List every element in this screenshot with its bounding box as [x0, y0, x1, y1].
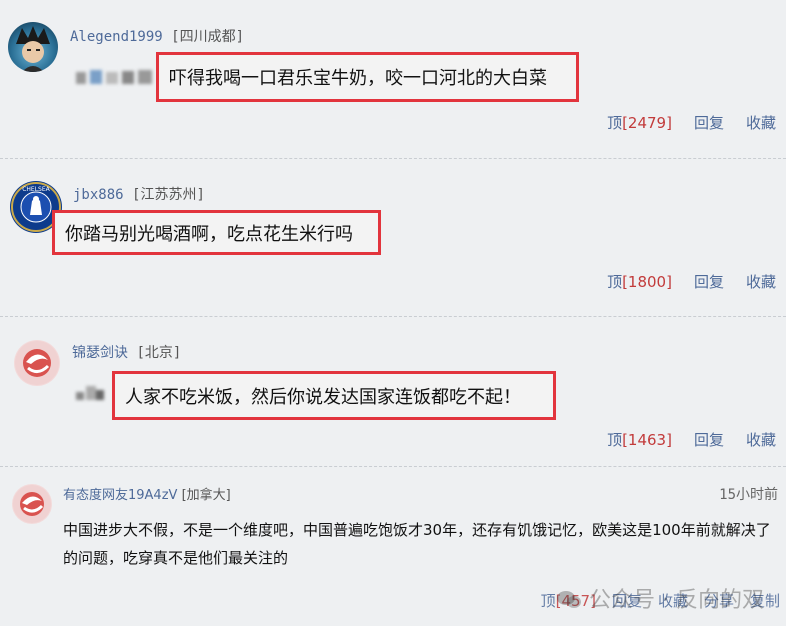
reply-button[interactable]: 回复 [694, 271, 724, 292]
username-text[interactable]: 有态度网友19A4zV [63, 488, 177, 503]
username-text[interactable]: Alegend1999 [70, 29, 163, 45]
user-location: [北京] [136, 345, 182, 361]
default-avatar-icon [15, 341, 59, 385]
user-location: [江苏苏州] [132, 187, 205, 203]
comment-username[interactable]: 有态度网友19A4zV [加拿大] [63, 484, 231, 503]
upvote-label[interactable]: 顶 [607, 431, 622, 449]
watermark-text: 公众号 · 反向的双 [589, 588, 764, 613]
reply-button[interactable]: 回复 [694, 112, 724, 133]
upvote-button[interactable]: 顶[1463] [607, 429, 672, 450]
avatar-face-icon [16, 26, 50, 72]
blurred-text-block [76, 386, 104, 400]
user-location: [四川成都] [171, 29, 245, 45]
username-text[interactable]: 锦瑟剑诀 [72, 345, 128, 361]
blurred-text-block [76, 70, 152, 84]
comment-actions: 顶[2479] 回复 收藏 [607, 112, 776, 133]
comment-text: 中国进步大不假，不是一个维度吧，中国普遍吃饱饭才30年，还存有饥饿记忆，欧美这是… [63, 521, 771, 567]
username-text[interactable]: jbx886 [73, 187, 124, 203]
favorite-button[interactable]: 收藏 [746, 271, 776, 292]
watermark: 公众号 · 反向的双 [556, 582, 764, 614]
highlighted-comment-text: 吓得我喝一口君乐宝牛奶，咬一口河北的大白菜 [156, 52, 579, 102]
user-avatar[interactable] [8, 22, 58, 72]
comment-actions: 顶[1800] 回复 收藏 [607, 271, 776, 292]
default-avatar-icon [13, 485, 51, 523]
user-avatar[interactable] [12, 484, 52, 524]
highlighted-comment-text: 人家不吃米饭，然后你说发达国家连饭都吃不起！ [112, 371, 556, 420]
upvote-count[interactable]: [1800] [622, 273, 672, 291]
upvote-button[interactable]: 顶[2479] [607, 112, 672, 133]
favorite-button[interactable]: 收藏 [746, 429, 776, 450]
comment-text: 吓得我喝一口君乐宝牛奶，咬一口河北的大白菜 [169, 68, 547, 89]
highlighted-comment-text: 你踏马别光喝酒啊，吃点花生米行吗 [52, 210, 381, 255]
favorite-button[interactable]: 收藏 [746, 112, 776, 133]
comment-username[interactable]: Alegend1999 [四川成都] [70, 26, 244, 46]
wechat-icon [556, 588, 589, 613]
comment-divider [0, 466, 786, 467]
upvote-label[interactable]: 顶 [607, 114, 622, 132]
blurred-mention [76, 382, 108, 408]
user-avatar[interactable] [14, 340, 60, 386]
blurred-mention [76, 67, 156, 91]
upvote-button[interactable]: 顶[1800] [607, 271, 672, 292]
avatar-badge-text: CHELSEA [22, 186, 50, 193]
comment-divider [0, 158, 786, 159]
comment-username[interactable]: jbx886 [江苏苏州] [73, 184, 205, 204]
upvote-label[interactable]: 顶 [607, 273, 622, 291]
upvote-count[interactable]: [2479] [622, 114, 672, 132]
upvote-label[interactable]: 顶 [541, 592, 556, 610]
reply-button[interactable]: 回复 [694, 429, 724, 450]
user-location: [加拿大] [181, 488, 231, 503]
comment-text: 你踏马别光喝酒啊，吃点花生米行吗 [65, 223, 353, 245]
comment-actions: 顶[1463] 回复 收藏 [607, 429, 776, 450]
upvote-count[interactable]: [1463] [622, 431, 672, 449]
comment-divider [0, 316, 786, 317]
comment-text: 人家不吃米饭，然后你说发达国家连饭都吃不起！ [125, 386, 521, 408]
comment-timestamp: 15小时前 [719, 487, 778, 503]
comment-username[interactable]: 锦瑟剑诀 [北京] [72, 342, 181, 362]
